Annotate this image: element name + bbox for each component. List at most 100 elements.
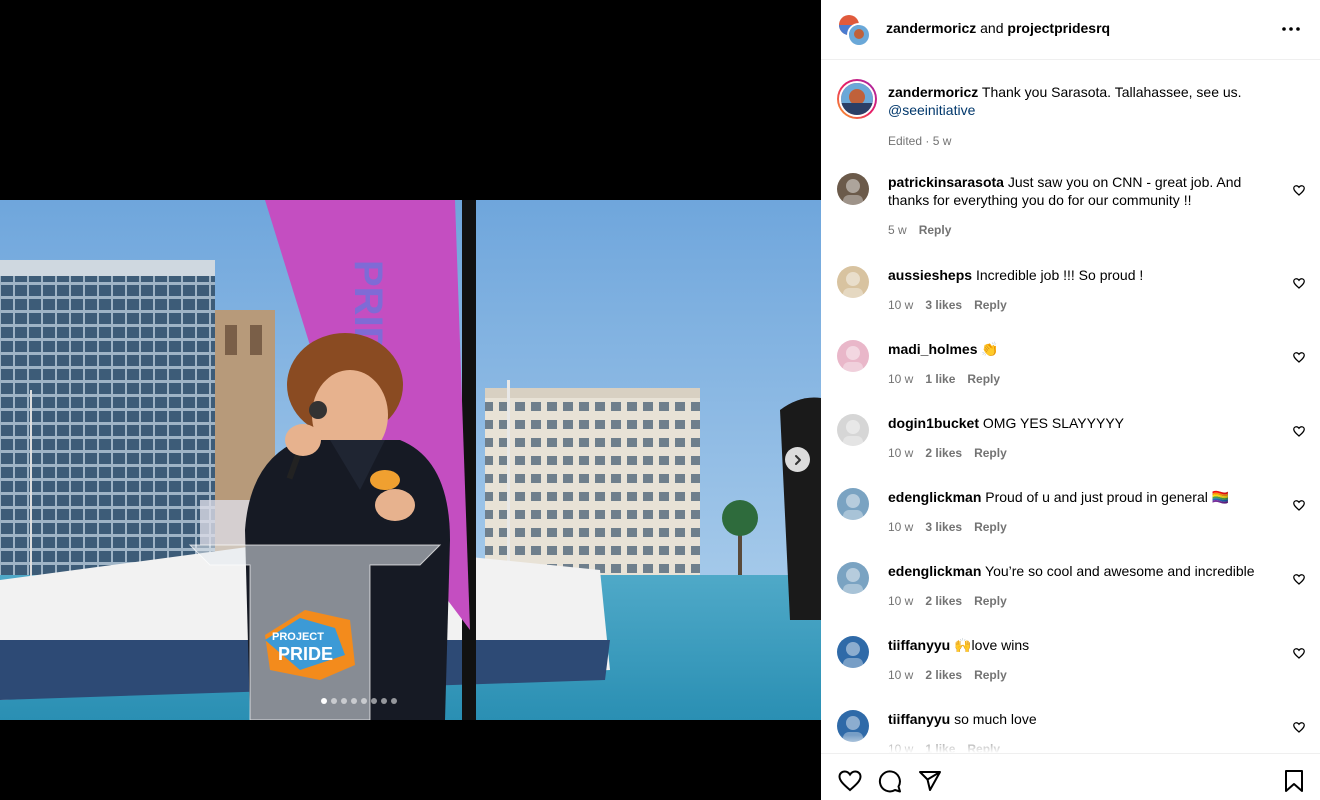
comment-text: tiiffanyyu so much love	[888, 710, 1273, 728]
comment-username[interactable]: edenglickman	[888, 563, 981, 579]
author-link[interactable]: zandermoricz	[886, 20, 976, 36]
post-photo: PRIDE PROJECT PRIDE	[0, 200, 821, 720]
more-options-button[interactable]	[1278, 17, 1304, 41]
comment-row: dogin1bucket OMG YES SLAYYYYY 10 w 2 likes…	[837, 414, 1307, 474]
bookmark-icon	[1285, 770, 1303, 792]
avatar[interactable]	[837, 562, 869, 594]
reply-button[interactable]: Reply	[919, 223, 952, 237]
caption-meta: Edited · 5 w	[888, 134, 952, 148]
comment-body: so much love	[950, 711, 1037, 727]
comment-like-button[interactable]	[1293, 350, 1305, 363]
comment-text: dogin1bucket OMG YES SLAYYYYY	[888, 414, 1273, 432]
avatar[interactable]	[837, 266, 869, 298]
comment-username[interactable]: patrickinsarasota	[888, 174, 1004, 190]
comment-text: tiiffanyyu 🙌love wins	[888, 636, 1273, 654]
comment-text: aussiesheps Incredible job !!! So proud …	[888, 266, 1273, 284]
post-panel: zandermoricz and projectpridesrq zanderm…	[821, 0, 1320, 800]
comment-meta: 10 w 2 likes Reply	[888, 594, 1007, 608]
comment-username[interactable]: dogin1bucket	[888, 415, 979, 431]
comment-likes[interactable]: 2 likes	[925, 594, 962, 608]
more-horizontal-icon	[1282, 27, 1300, 31]
caption-author[interactable]: zandermoricz	[888, 84, 978, 100]
comment-body: 👏	[977, 341, 999, 357]
comment-meta: 10 w 3 likes Reply	[888, 298, 1007, 312]
heart-icon	[1293, 648, 1305, 659]
comment-time: 10 w	[888, 446, 914, 460]
comment-like-button[interactable]	[1293, 572, 1305, 585]
comment-time: 10 w	[888, 668, 914, 682]
reply-button[interactable]: Reply	[974, 594, 1007, 608]
comment-username[interactable]: aussiesheps	[888, 267, 972, 283]
carousel-dot	[331, 698, 337, 704]
caption-text: zandermoricz Thank you Sarasota. Tallaha…	[888, 83, 1268, 119]
podium-text-1: PROJECT	[272, 631, 324, 643]
comment-username[interactable]: tiiffanyyu	[888, 637, 950, 653]
like-button[interactable]	[837, 768, 863, 794]
heart-icon	[1293, 278, 1305, 289]
carousel-dot	[371, 698, 377, 704]
heart-icon	[1293, 352, 1305, 363]
comment-meta: 10 w 2 likes Reply	[888, 446, 1007, 460]
comment-time: 10 w	[888, 520, 914, 534]
author-connector: and	[980, 20, 1004, 36]
chevron-right-icon	[794, 454, 801, 465]
media-area: PRIDE PROJECT PRIDE	[0, 0, 821, 800]
comment-time: 5 w	[888, 223, 907, 237]
comment-username[interactable]: madi_holmes	[888, 341, 977, 357]
comment-time: 10 w	[888, 298, 914, 312]
avatar[interactable]	[837, 173, 869, 205]
comment-text: patrickinsarasota Just saw you on CNN - …	[888, 173, 1273, 209]
comment-like-button[interactable]	[1293, 276, 1305, 289]
comment-like-button[interactable]	[1293, 498, 1305, 511]
action-bar	[821, 753, 1320, 800]
share-icon	[919, 771, 941, 791]
avatar[interactable]	[837, 488, 869, 520]
collaborator-link[interactable]: projectpridesrq	[1007, 20, 1110, 36]
podium-text-2: PRIDE	[278, 644, 333, 664]
comment-meta: 10 w 1 like Reply	[888, 372, 1000, 386]
comment-likes[interactable]: 3 likes	[925, 298, 962, 312]
reply-button[interactable]: Reply	[974, 520, 1007, 534]
reply-button[interactable]: Reply	[974, 298, 1007, 312]
reply-button[interactable]: Reply	[974, 446, 1007, 460]
caption-body: Thank you Sarasota. Tallahassee, see us.	[978, 84, 1242, 100]
heart-icon	[1293, 426, 1305, 437]
comment-meta: 5 w Reply	[888, 223, 951, 237]
comments-list[interactable]: zandermoricz Thank you Sarasota. Tallaha…	[821, 61, 1320, 753]
carousel-dot	[341, 698, 347, 704]
comment-like-button[interactable]	[1293, 183, 1305, 196]
comment-time: 10 w	[888, 372, 914, 386]
carousel-dot	[391, 698, 397, 704]
share-button[interactable]	[917, 768, 943, 794]
comment-like-button[interactable]	[1293, 646, 1305, 659]
avatar[interactable]	[837, 79, 877, 119]
carousel-next-button[interactable]	[785, 447, 810, 472]
comment-likes[interactable]: 1 like	[925, 372, 955, 386]
heart-icon	[1293, 185, 1305, 196]
avatar	[847, 23, 871, 47]
comment-username[interactable]: tiiffanyyu	[888, 711, 950, 727]
avatar[interactable]	[837, 636, 869, 668]
author-avatars[interactable]	[837, 13, 873, 49]
comment-button[interactable]	[877, 768, 903, 794]
comment-likes[interactable]: 3 likes	[925, 520, 962, 534]
comment-like-button[interactable]	[1293, 424, 1305, 437]
comment-icon	[878, 770, 901, 793]
avatar[interactable]	[837, 414, 869, 446]
reply-button[interactable]: Reply	[967, 372, 1000, 386]
comment-row: edenglickman You’re so cool and awesome …	[837, 562, 1307, 622]
save-button[interactable]	[1281, 768, 1307, 794]
comment-username[interactable]: edenglickman	[888, 489, 981, 505]
caption-mention[interactable]: @seeinitiative	[888, 102, 975, 118]
post-header: zandermoricz and projectpridesrq	[821, 0, 1320, 60]
comment-time: 10 w	[888, 594, 914, 608]
comment-row: aussiesheps Incredible job !!! So proud …	[837, 266, 1307, 326]
avatar[interactable]	[837, 340, 869, 372]
comment-likes[interactable]: 2 likes	[925, 668, 962, 682]
comment-body: OMG YES SLAYYYYY	[979, 415, 1124, 431]
reply-button[interactable]: Reply	[974, 668, 1007, 682]
comment-like-button[interactable]	[1293, 720, 1305, 733]
comment-body: Proud of u and just proud in general 🏳️‍…	[981, 489, 1230, 505]
comment-likes[interactable]: 2 likes	[925, 446, 962, 460]
comment-meta: 10 w 3 likes Reply	[888, 520, 1007, 534]
